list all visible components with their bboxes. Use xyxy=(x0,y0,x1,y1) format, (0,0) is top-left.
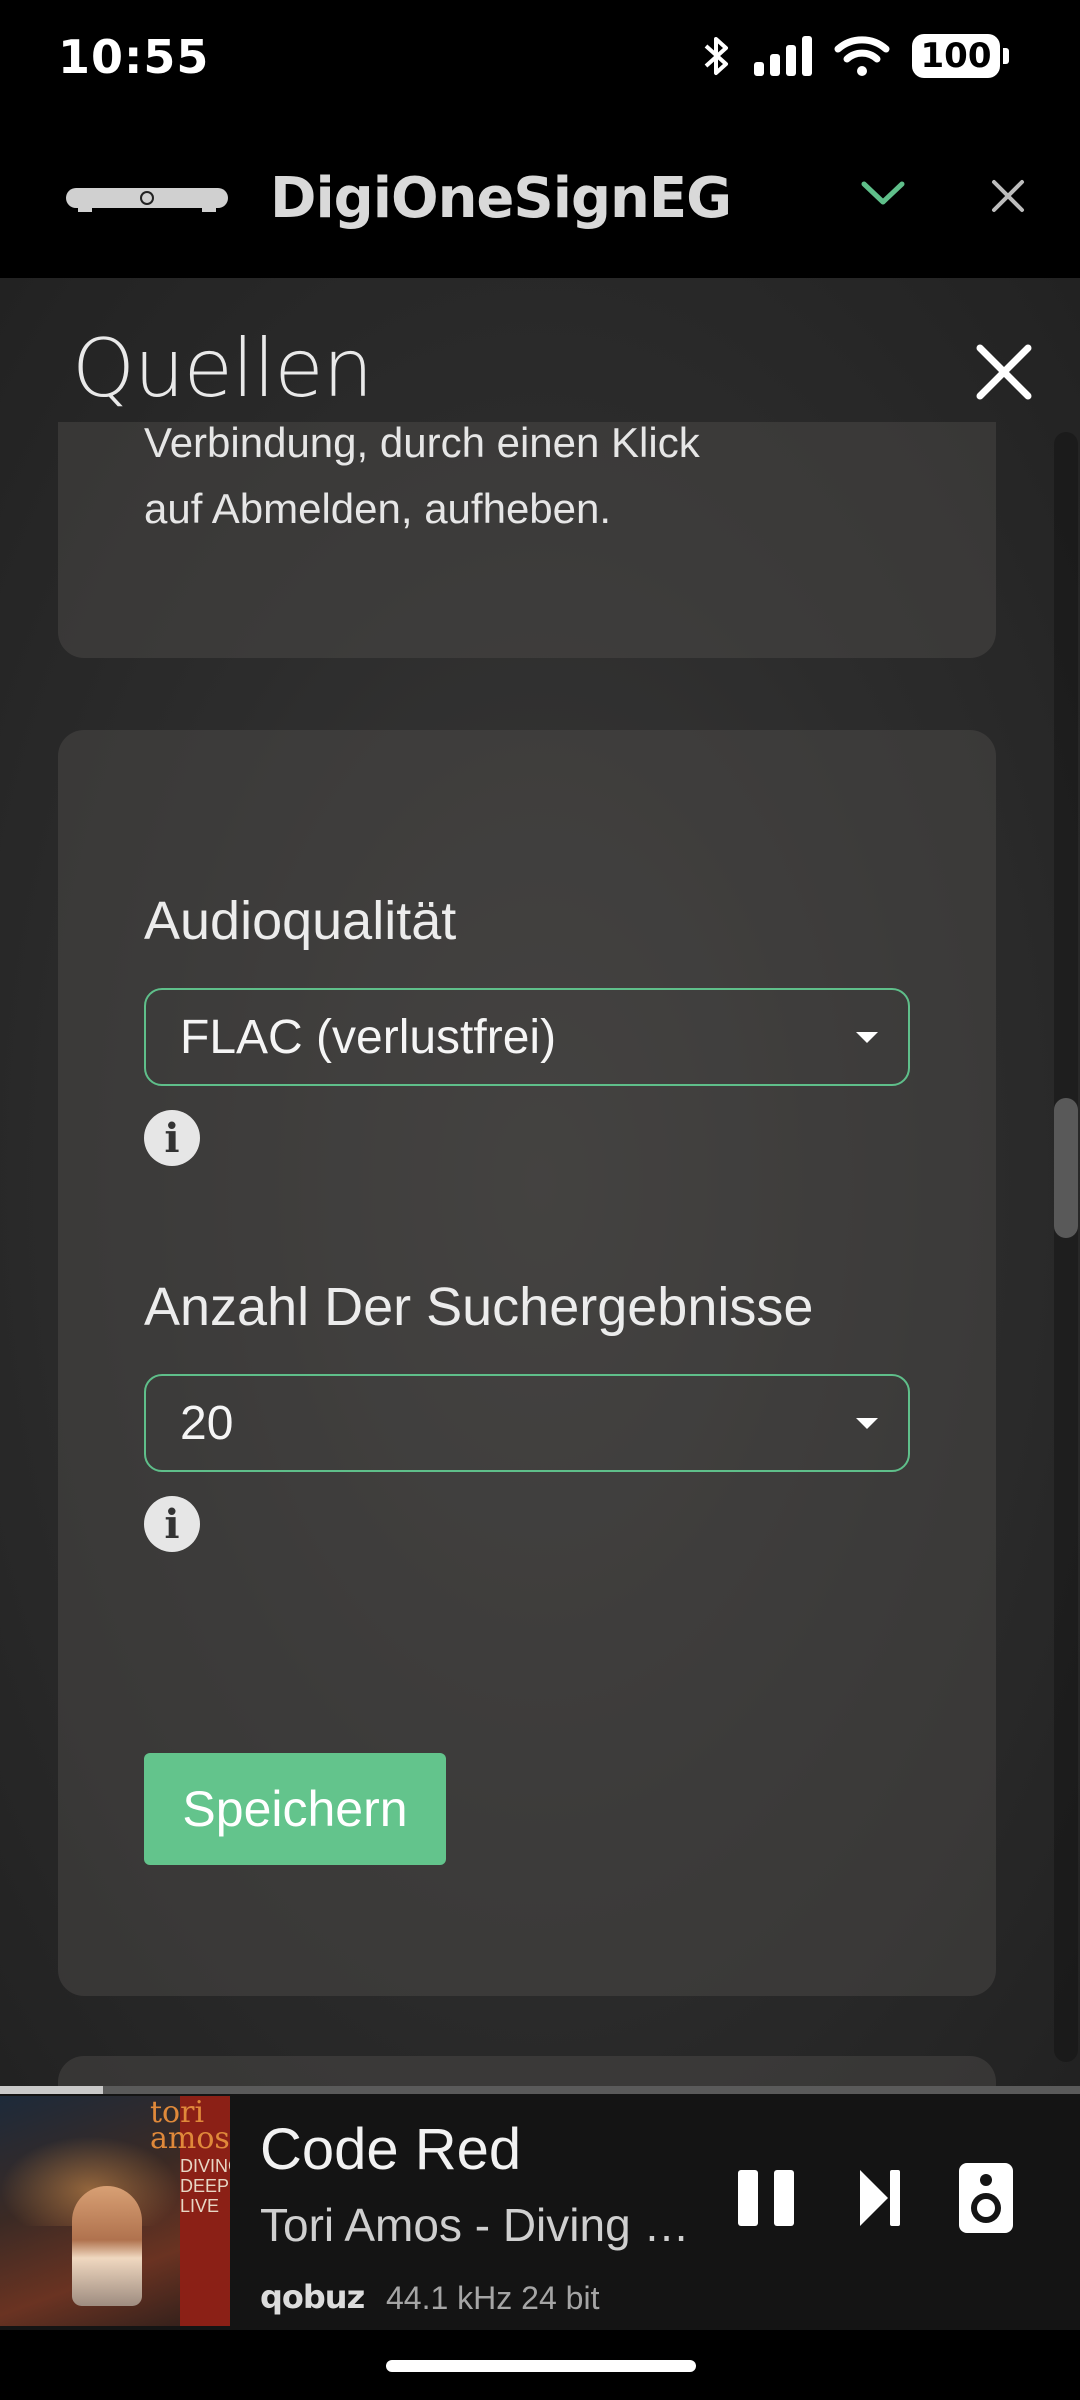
audio-quality-value: FLAC (verlustfrei) xyxy=(180,1010,557,1064)
app-title: DigiOneSignEG xyxy=(270,166,732,231)
app-header: DigiOneSignEG xyxy=(0,120,1080,278)
pause-icon[interactable] xyxy=(736,2168,796,2228)
close-panel-icon[interactable] xyxy=(974,342,1034,402)
next-card xyxy=(58,2056,996,2088)
search-results-label: Anzahl Der Suchergebnisse xyxy=(144,1277,814,1337)
audio-quality-select[interactable]: FLAC (verlustfrei) xyxy=(144,988,910,1086)
audio-format: 44.1 kHz 24 bit xyxy=(386,2280,600,2316)
scrollbar-track[interactable] xyxy=(1054,432,1078,2062)
skip-next-icon[interactable] xyxy=(858,2168,902,2228)
page-title: Quellen xyxy=(72,322,373,415)
speaker-icon[interactable] xyxy=(958,2162,1014,2234)
bluetooth-icon xyxy=(704,37,728,75)
album-art[interactable]: tori amos DIVING DEEP LIVE xyxy=(0,2096,230,2326)
streamer-device-icon xyxy=(66,188,228,212)
save-button[interactable]: Speichern xyxy=(144,1753,446,1865)
settings-card: Audioqualität FLAC (verlustfrei) i Anzah… xyxy=(58,730,996,1996)
track-artist-album: Tori Amos - Diving Deep Live xyxy=(260,2199,710,2251)
caret-down-icon xyxy=(856,1418,878,1429)
account-card: Verbindung, durch einen Klick auf Abmeld… xyxy=(58,422,996,658)
close-icon[interactable] xyxy=(990,178,1026,214)
album-art-figure xyxy=(72,2186,142,2306)
status-bar: 10:55 100 xyxy=(0,0,1080,120)
audio-quality-label: Audioqualität xyxy=(144,891,457,951)
sources-panel: Quellen Verbindung, durch einen Klick au… xyxy=(0,278,1080,2088)
search-results-value: 20 xyxy=(180,1396,234,1450)
playback-progress-fill xyxy=(0,2086,103,2094)
account-text-line-1: Verbindung, durch einen Klick xyxy=(144,422,700,466)
home-bar-area xyxy=(0,2330,1080,2400)
info-icon[interactable]: i xyxy=(144,1110,200,1166)
home-indicator[interactable] xyxy=(386,2360,696,2372)
status-time: 10:55 xyxy=(58,30,210,84)
scrollbar-thumb[interactable] xyxy=(1054,1098,1078,1238)
now-playing-bar[interactable]: tori amos DIVING DEEP LIVE Code Red Tori… xyxy=(0,2094,1080,2330)
cellular-signal-icon xyxy=(754,36,812,76)
album-art-artist: tori amos xyxy=(150,2096,230,2156)
status-icons: 100 xyxy=(702,34,1009,78)
account-text-line-2: auf Abmelden, aufheben. xyxy=(144,485,612,532)
chevron-down-icon[interactable] xyxy=(860,178,906,208)
qobuz-logo: qobuz xyxy=(260,2278,365,2316)
caret-down-icon xyxy=(856,1032,878,1043)
playback-progress[interactable] xyxy=(0,2086,1080,2094)
scroll-area[interactable]: Verbindung, durch einen Klick auf Abmeld… xyxy=(0,422,1080,2088)
track-title: Code Red xyxy=(260,2117,522,2182)
album-art-title: DIVING DEEP LIVE xyxy=(180,2156,230,2216)
info-icon[interactable]: i xyxy=(144,1496,200,1552)
search-results-select[interactable]: 20 xyxy=(144,1374,910,1472)
battery-icon: 100 xyxy=(912,34,1009,78)
wifi-icon xyxy=(834,36,890,76)
